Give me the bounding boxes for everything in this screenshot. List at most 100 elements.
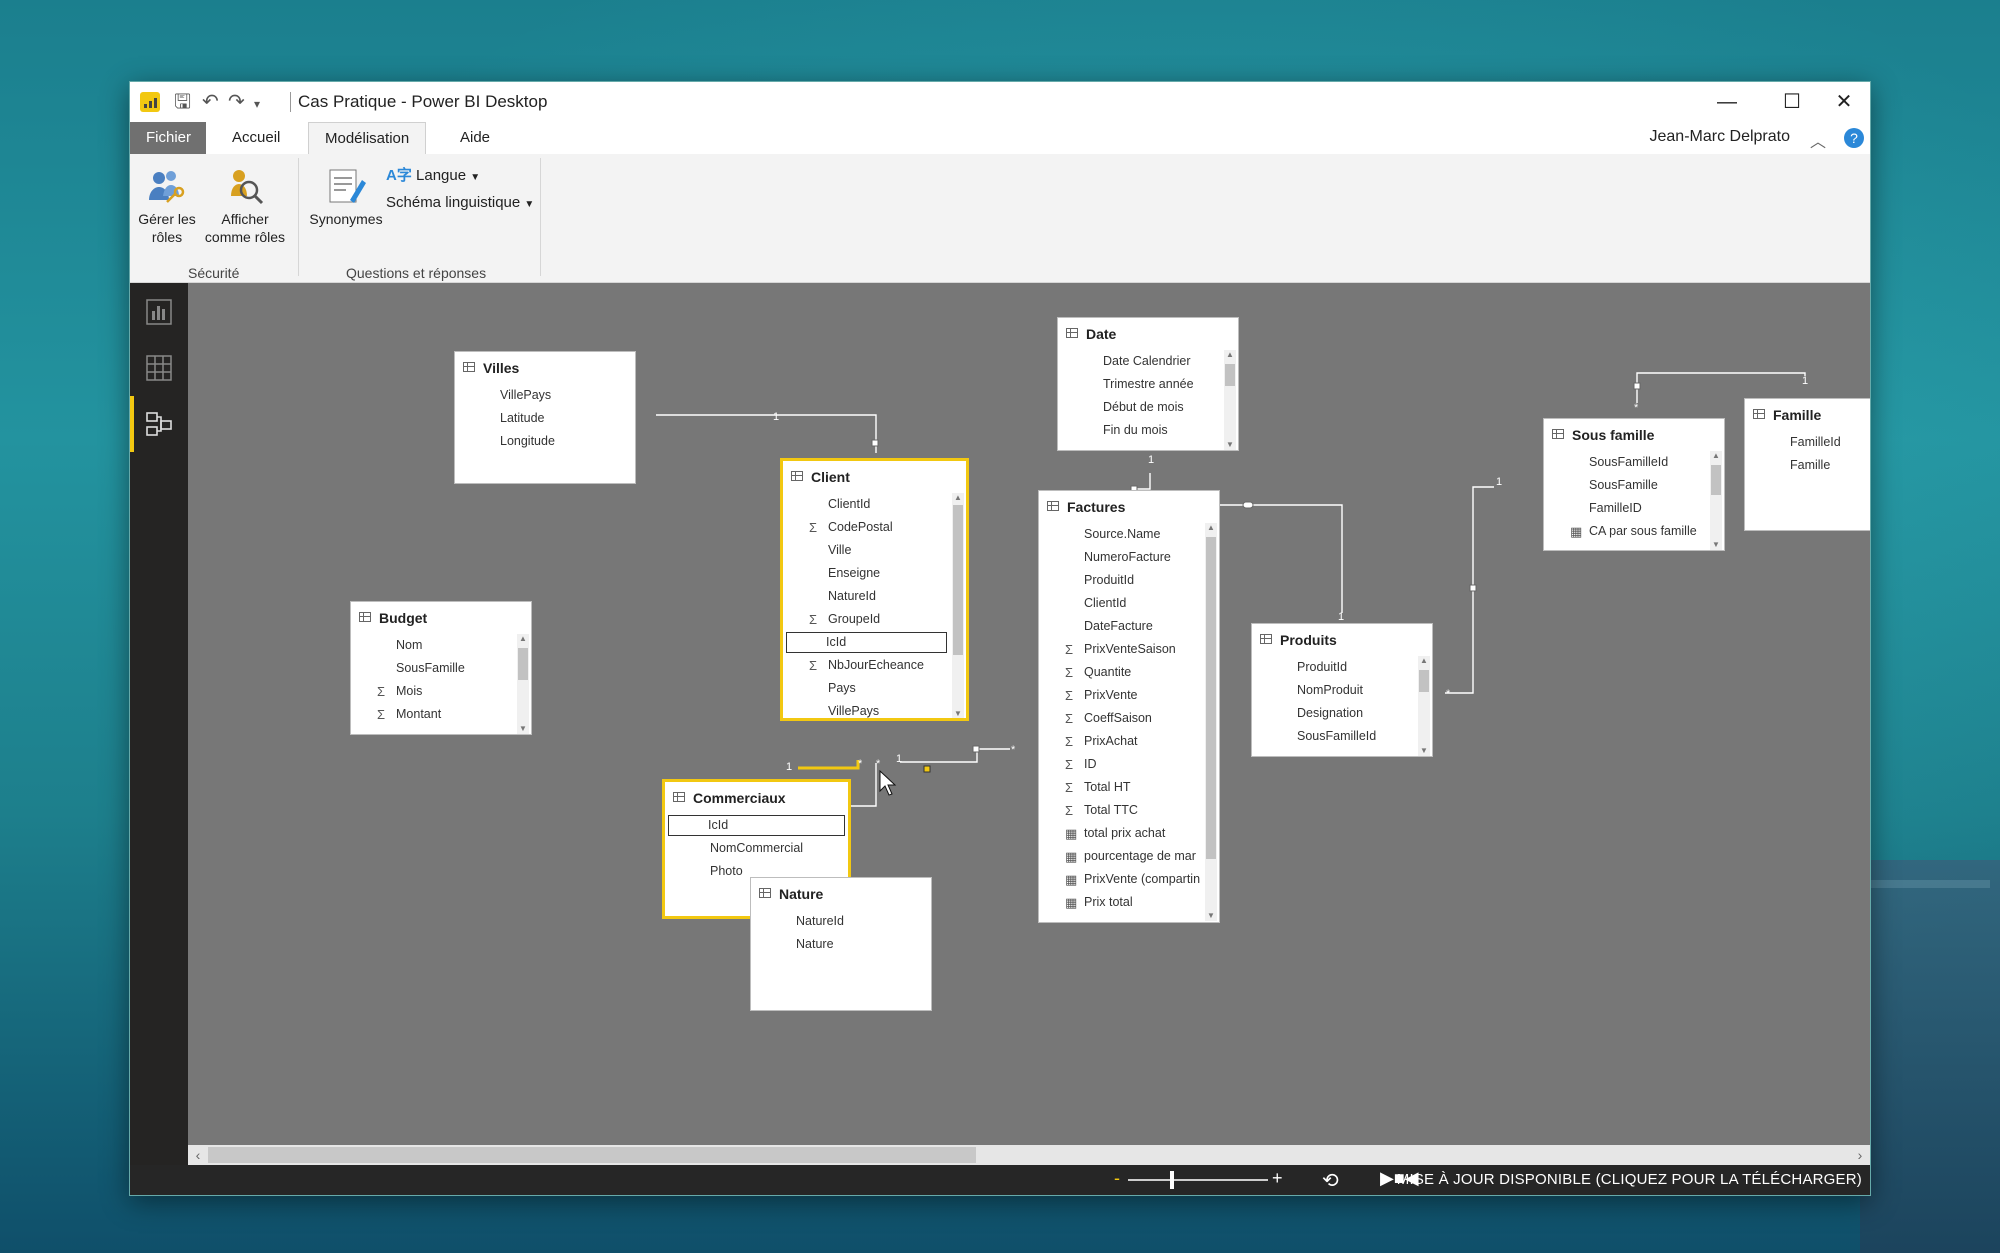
- field-sousfamilleid[interactable]: SousFamilleId: [1544, 451, 1724, 474]
- linguistic-schema-button[interactable]: Schéma linguistique ▼: [386, 194, 534, 211]
- table-client[interactable]: Client ClientId Σ CodePostal Ville Enseig…: [780, 458, 969, 721]
- field-total-ht[interactable]: Σ Total HT: [1039, 776, 1219, 799]
- field-longitude[interactable]: Longitude: [455, 430, 635, 453]
- table-header[interactable]: Nature: [751, 878, 931, 910]
- scrollbar[interactable]: ▲ ▼: [1418, 656, 1430, 756]
- field-produitid[interactable]: ProduitId: [1039, 569, 1219, 592]
- field-coeffsaison[interactable]: Σ CoeffSaison: [1039, 707, 1219, 730]
- field-familleid[interactable]: FamilleId: [1745, 431, 1870, 454]
- field-nbjourecheance[interactable]: Σ NbJourEcheance: [783, 654, 966, 677]
- field-clientid[interactable]: ClientId: [1039, 592, 1219, 615]
- field-sousfamilleid[interactable]: SousFamilleId: [1252, 725, 1432, 748]
- close-button[interactable]: ✕: [1822, 86, 1866, 118]
- table-header[interactable]: Famille: [1745, 399, 1870, 431]
- field-montant[interactable]: Σ Montant: [351, 703, 531, 726]
- scrollbar[interactable]: ▲ ▼: [1224, 350, 1236, 450]
- field-total-ttc[interactable]: Σ Total TTC: [1039, 799, 1219, 822]
- field-villepays[interactable]: VillePays: [455, 384, 635, 407]
- field-prixvente-comparaison[interactable]: ▦ PrixVente (compartin: [1039, 868, 1219, 891]
- help-icon[interactable]: ?: [1844, 128, 1864, 148]
- field-prixachat[interactable]: Σ PrixAchat: [1039, 730, 1219, 753]
- field-pays[interactable]: Pays: [783, 677, 966, 700]
- table-factures[interactable]: Factures Source.Name NumeroFacture Produ…: [1038, 490, 1220, 923]
- field-fin-du-mois[interactable]: Fin du mois: [1058, 419, 1238, 442]
- field-nomcommercial[interactable]: NomCommercial: [665, 837, 848, 860]
- table-famille[interactable]: Famille FamilleId Famille: [1744, 398, 1870, 531]
- scrollbar[interactable]: ▲ ▼: [517, 634, 529, 734]
- zoom-slider[interactable]: [1128, 1171, 1268, 1189]
- field-debut-de-mois[interactable]: Début de mois: [1058, 396, 1238, 419]
- table-header[interactable]: Client: [783, 461, 966, 493]
- field-icid[interactable]: IcId: [667, 814, 846, 837]
- field-sousfamille[interactable]: SousFamille: [1544, 474, 1724, 497]
- field-groupeid[interactable]: Σ GroupeId: [783, 608, 966, 631]
- field-codepostal[interactable]: Σ CodePostal: [783, 516, 966, 539]
- table-header[interactable]: Sous famille: [1544, 419, 1724, 451]
- data-view-icon[interactable]: [146, 355, 172, 381]
- field-nom[interactable]: Nom: [351, 634, 531, 657]
- field-id[interactable]: Σ ID: [1039, 753, 1219, 776]
- tab-modelisation[interactable]: Modélisation: [308, 122, 427, 155]
- table-header[interactable]: Factures: [1039, 491, 1219, 523]
- update-available-link[interactable]: MISE À JOUR DISPONIBLE (CLIQUEZ POUR LA …: [1397, 1171, 1862, 1188]
- field-prixventesaison[interactable]: Σ PrixVenteSaison: [1039, 638, 1219, 661]
- customize-toolbar-icon[interactable]: ▾: [254, 92, 260, 116]
- field-numerofacture[interactable]: NumeroFacture: [1039, 546, 1219, 569]
- redo-icon[interactable]: ↷: [228, 90, 245, 114]
- field-sousfamille[interactable]: SousFamille: [351, 657, 531, 680]
- field-total-prix-achat[interactable]: ▦ total prix achat: [1039, 822, 1219, 845]
- canvas-horizontal-scrollbar[interactable]: ‹ ›: [188, 1145, 1870, 1165]
- maximize-button[interactable]: ☐: [1770, 86, 1814, 118]
- field-prix-total[interactable]: ▦ Prix total: [1039, 891, 1219, 914]
- field-enseigne[interactable]: Enseigne: [783, 562, 966, 585]
- field-designation[interactable]: Designation: [1252, 702, 1432, 725]
- scroll-left-icon[interactable]: ‹: [188, 1145, 208, 1165]
- table-budget[interactable]: Budget Nom SousFamille Σ Mois Σ Montant ▲ ▼: [350, 601, 532, 735]
- minimize-button[interactable]: —: [1705, 86, 1749, 118]
- field-source-name[interactable]: Source.Name: [1039, 523, 1219, 546]
- scrollbar[interactable]: ▲ ▼: [1710, 451, 1722, 550]
- field-icid[interactable]: IcId: [785, 631, 948, 654]
- view-as-roles-button[interactable]: Afficher comme rôles: [202, 166, 288, 246]
- field-ville[interactable]: Ville: [783, 539, 966, 562]
- tab-fichier[interactable]: Fichier: [130, 122, 206, 154]
- scroll-right-icon[interactable]: ›: [1850, 1145, 1870, 1165]
- field-date-calendrier[interactable]: Date Calendrier: [1058, 350, 1238, 373]
- table-date[interactable]: Date Date Calendrier Trimestre année Déb…: [1057, 317, 1239, 451]
- field-natureid[interactable]: NatureId: [751, 910, 931, 933]
- field-famille[interactable]: Famille: [1745, 454, 1870, 477]
- field-clientid[interactable]: ClientId: [783, 493, 966, 516]
- zoom-out-icon[interactable]: -: [1114, 1168, 1120, 1189]
- synonyms-button[interactable]: Synonymes: [304, 166, 388, 228]
- field-natureid[interactable]: NatureId: [783, 585, 966, 608]
- field-nomproduit[interactable]: NomProduit: [1252, 679, 1432, 702]
- table-villes[interactable]: Villes VillePays Latitude Longitude: [454, 351, 636, 484]
- save-icon[interactable]: 🖫: [174, 90, 191, 114]
- scrollbar[interactable]: ▲ ▼: [1205, 523, 1217, 921]
- field-latitude[interactable]: Latitude: [455, 407, 635, 430]
- field-produitid[interactable]: ProduitId: [1252, 656, 1432, 679]
- field-prixvente[interactable]: Σ PrixVente: [1039, 684, 1219, 707]
- relationships-view-icon[interactable]: [146, 411, 172, 437]
- collapse-ribbon-icon[interactable]: ︿: [1810, 128, 1826, 152]
- zoom-slider-thumb[interactable]: [1170, 1171, 1174, 1189]
- field-nature[interactable]: Nature: [751, 933, 931, 956]
- field-datefacture[interactable]: DateFacture: [1039, 615, 1219, 638]
- scrollbar-thumb[interactable]: [208, 1147, 976, 1163]
- field-pourcentage-marge[interactable]: ▦ pourcentage de mar: [1039, 845, 1219, 868]
- user-name[interactable]: Jean-Marc Delprato: [1650, 128, 1791, 146]
- table-header[interactable]: Produits: [1252, 624, 1432, 656]
- powerbi-app-icon[interactable]: [140, 92, 160, 112]
- table-nature[interactable]: Nature NatureId Nature: [750, 877, 932, 1011]
- model-canvas[interactable]: 1 * 1 * * 1 * * 1 * 1 1 * 1 * 1 Villes V…: [188, 283, 1870, 1145]
- table-header[interactable]: Commerciaux: [665, 782, 848, 814]
- field-quantite[interactable]: Σ Quantite: [1039, 661, 1219, 684]
- report-view-icon[interactable]: [146, 299, 172, 325]
- field-familleid[interactable]: FamilleID: [1544, 497, 1724, 520]
- tab-aide[interactable]: Aide: [444, 122, 506, 154]
- scrollbar[interactable]: ▲ ▼: [952, 493, 964, 718]
- manage-roles-button[interactable]: Gérer les rôles: [136, 166, 198, 246]
- field-villepays[interactable]: VillePays: [783, 700, 966, 718]
- undo-icon[interactable]: ↶: [202, 90, 219, 114]
- field-mois[interactable]: Σ Mois: [351, 680, 531, 703]
